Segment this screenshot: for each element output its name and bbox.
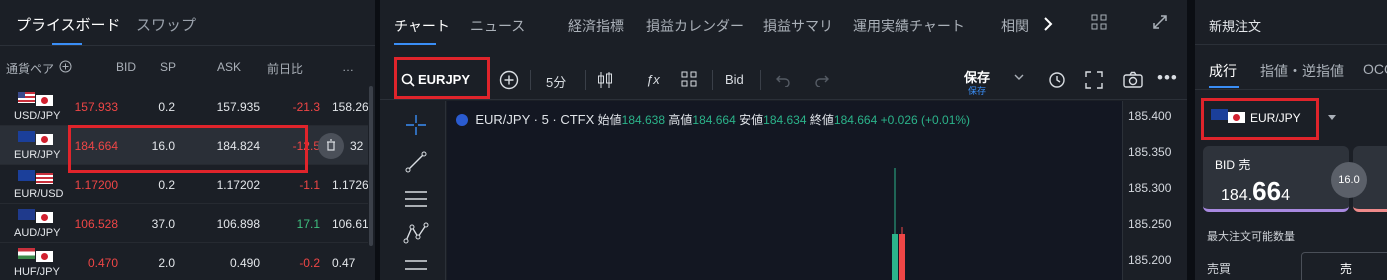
indicators-icon[interactable]: ƒx [646,72,660,87]
tab-performance-chart[interactable]: 運用実績チャート [853,16,965,36]
new-order-panel: 新規注文 成行 指値・逆指値 OCO EUR/JPY BID 売 184.664… [1195,0,1387,280]
eu-flag-icon [18,170,35,181]
eu-flag-icon [18,131,35,142]
chart-legend: EUR/JPY · 5 · CTFX 始値184.638 高値184.664 安… [456,111,970,128]
price-tick: 185.350 [1128,145,1172,159]
add-compare-icon[interactable] [499,70,519,90]
trash-icon [327,139,335,151]
tab-news[interactable]: ニュース [470,16,525,36]
highlight-box [68,125,308,173]
more-options-icon[interactable]: ••• [1157,68,1178,88]
tab-chart[interactable]: チャート [394,16,450,36]
eur-coin-icon [456,114,468,126]
sell-toggle[interactable]: 売 [1301,252,1387,280]
table-row[interactable]: USD/JPY 157.933 0.2 157.935 -21.3 158.26 [0,87,368,126]
active-tab-indicator [394,43,436,45]
fib-retracement-icon[interactable] [403,187,429,211]
price-tick: 185.250 [1128,217,1172,231]
active-tab-indicator [52,43,82,45]
layout-grid-icon[interactable] [1091,14,1107,30]
price-type-selector[interactable]: Bid [725,72,744,87]
toolbar-divider [585,70,586,90]
highlight-box [394,57,490,99]
price-tick: 185.200 [1128,253,1172,267]
tab-correlation[interactable]: 相関 [1001,16,1029,36]
chevron-down-icon[interactable] [1014,74,1024,82]
col-ask[interactable]: ASK [217,60,241,74]
tab-swap[interactable]: スワップ [136,14,196,35]
expand-icon[interactable] [1152,14,1168,30]
tab-market-order[interactable]: 成行 [1209,61,1237,81]
candlestick-icon[interactable] [596,70,614,90]
col-pair[interactable]: 通貨ペア [6,60,54,77]
trend-line-icon[interactable] [404,150,428,174]
jp-flag-icon [36,212,53,223]
delete-pair-button[interactable] [318,133,344,159]
undo-icon[interactable] [775,73,791,87]
chart-toolbar: EURJPY 5分 ƒx Bid 保存 保存 ••• [380,60,1187,100]
crosshair-icon[interactable] [404,113,428,137]
price-board-tabs: プライスボード スワップ [0,0,375,46]
jp-flag-icon [36,95,53,106]
active-tab-indicator [1209,86,1239,88]
bid-price: 184.664 [1221,176,1290,206]
col-change[interactable]: 前日比 [267,60,303,77]
spread-badge: 16.0 [1331,162,1367,198]
side-label: 売買 [1207,262,1232,276]
col-bid[interactable]: BID [116,60,136,74]
chevron-right-icon[interactable] [1040,15,1056,33]
candle-body [899,234,905,280]
panel-title: 新規注文 [1209,19,1262,34]
col-sp[interactable]: SP [160,60,176,74]
highlight-box [1201,98,1319,140]
tab-pl-calendar[interactable]: 損益カレンダー [646,16,744,36]
us-flag-icon [18,92,35,103]
tab-oco[interactable]: OCO [1363,61,1387,77]
table-row[interactable]: HUF/JPY 0.470 2.0 0.490 -0.2 0.47 [0,243,368,280]
bid-sell-button[interactable]: BID 売 184.664 [1203,146,1349,212]
templates-grid-icon[interactable] [681,71,697,87]
price-axis[interactable]: 185.400 185.350 185.300 185.250 185.200 [1122,101,1187,280]
price-tick: 185.300 [1128,181,1172,195]
tab-price-board[interactable]: プライスボード [16,14,121,35]
caret-down-icon[interactable] [1327,114,1337,122]
tab-limit-stop[interactable]: 指値・逆指値 [1260,61,1344,81]
jp-flag-icon [36,134,53,145]
chart-panel: チャート ニュース 経済指標 損益カレンダー 損益サマリ 運用実績チャート 相関… [380,0,1187,280]
projection-icon[interactable] [403,257,429,279]
fullscreen-icon[interactable] [1085,71,1103,89]
us-flag-icon [36,173,53,184]
au-flag-icon [18,209,35,220]
interval-selector[interactable]: 5分 [546,72,566,91]
redo-icon[interactable] [814,73,830,87]
add-pair-icon[interactable] [59,60,72,73]
toolbar-divider [712,70,713,90]
save-status: 保存 [968,86,987,96]
price-tick: 185.400 [1128,109,1172,123]
camera-icon[interactable] [1122,70,1144,90]
tab-economic-indicators[interactable]: 経済指標 [568,16,624,36]
toolbar-divider [530,70,531,90]
toolbar-divider [760,70,761,90]
divider [1195,89,1387,90]
divider [1195,44,1387,45]
candle-body [892,234,898,280]
scrollbar[interactable] [369,86,373,246]
hu-flag-icon [18,248,35,259]
column-header: 通貨ペア BID SP ASK 前日比 … [0,56,375,80]
tab-pl-summary[interactable]: 損益サマリ [763,16,833,36]
price-board-panel: プライスボード スワップ 通貨ペア BID SP ASK 前日比 … USD/J… [0,0,375,280]
column-menu-icon[interactable]: … [342,60,354,74]
max-order-qty-label: 最大注文可能数量 [1207,231,1295,243]
table-row[interactable]: AUD/JPY 106.528 37.0 106.898 17.1 106.61 [0,204,368,243]
jp-flag-icon [36,251,53,262]
pattern-icon[interactable] [403,221,429,247]
drawing-tools-bar [380,101,446,280]
alert-clock-icon[interactable] [1047,69,1069,91]
